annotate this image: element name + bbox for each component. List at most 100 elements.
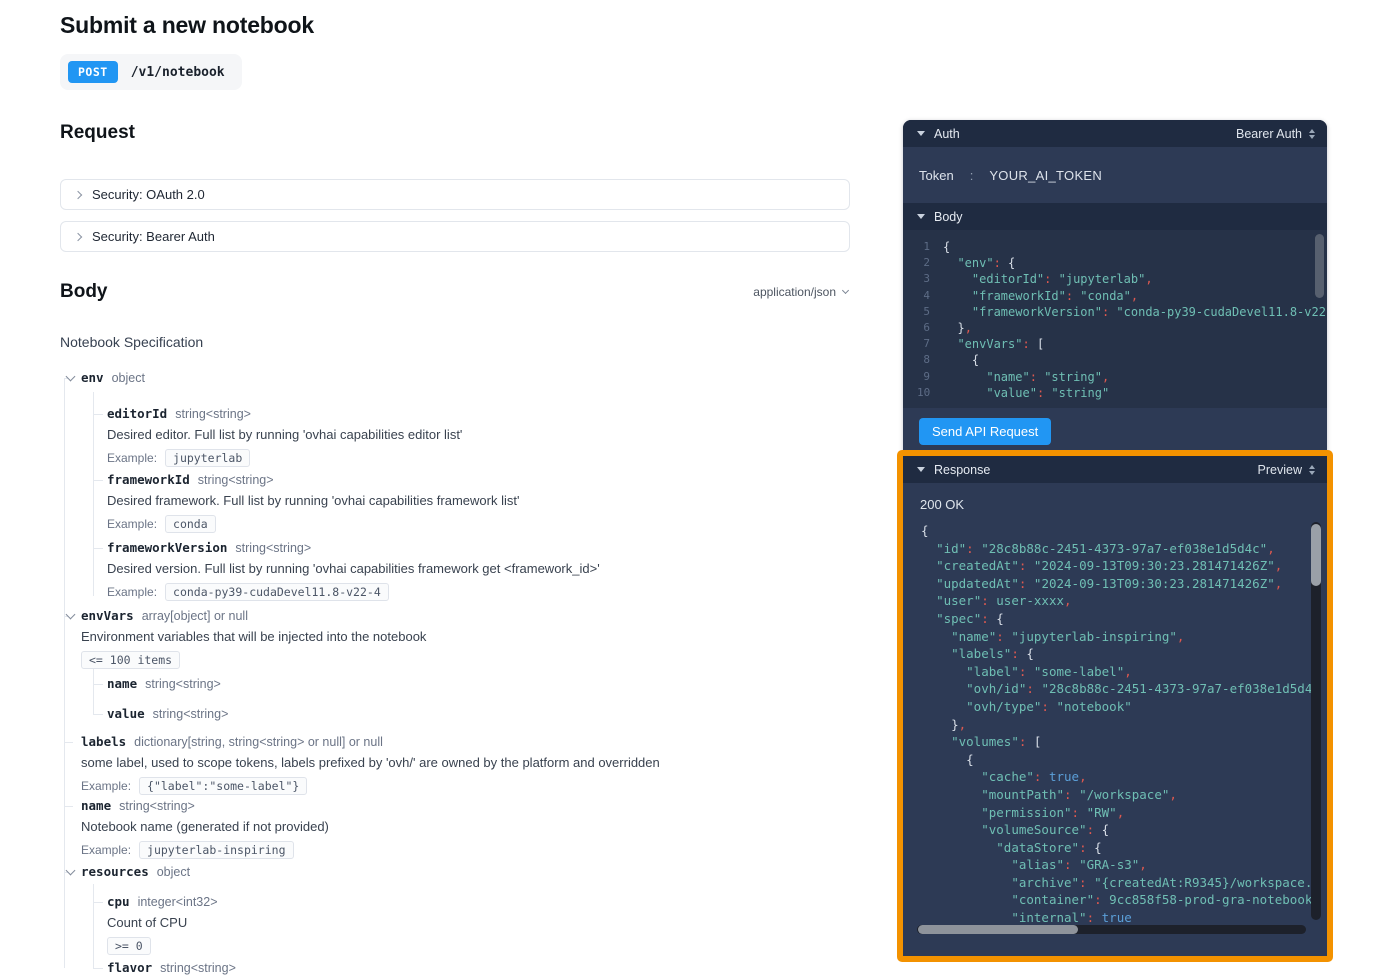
response-status: 200 OK	[903, 483, 1327, 512]
schema-field-name-root: name string<string> Notebook name (gener…	[81, 798, 329, 859]
field-description: some label, used to scope tokens, labels…	[81, 755, 660, 770]
collapse-triangle-icon	[917, 131, 925, 136]
chevron-down-icon	[842, 287, 849, 294]
body-code-editor[interactable]: 1{2 "env": {3 "editorId": "jupyterlab",4…	[903, 230, 1327, 408]
example-label: Example:	[81, 779, 131, 793]
constraint-chip: <= 100 items	[81, 651, 180, 669]
endpoint-path: /v1/notebook	[131, 65, 225, 80]
code-line: "spec": {	[913, 610, 1323, 628]
field-name: value	[107, 706, 145, 721]
code-line: "label": "some-label",	[913, 663, 1323, 681]
field-name: env	[81, 370, 104, 385]
example-label: Example:	[81, 843, 131, 857]
response-horizontal-scrollbar-thumb[interactable]	[918, 925, 1078, 934]
schema-field-resources: resources object	[81, 864, 190, 879]
code-line: "alias": "GRA-s3",	[913, 856, 1323, 874]
body-panel-title: Body	[934, 210, 963, 224]
code-line: {	[913, 522, 1323, 540]
field-type: string<string>	[145, 677, 221, 691]
field-type: string<string>	[153, 707, 229, 721]
field-name: resources	[81, 864, 149, 879]
code-line: "volumeSource": {	[913, 821, 1323, 839]
field-name: labels	[81, 734, 126, 749]
request-heading: Request	[60, 122, 135, 144]
method-badge: POST	[68, 61, 118, 83]
code-line: 8 {	[903, 352, 1327, 368]
body-heading: Body	[60, 281, 108, 303]
field-type: object	[112, 371, 145, 385]
code-line: 5 "frameworkVersion": "conda-py39-cudaDe…	[903, 304, 1327, 320]
security-accordion-label: Security: Bearer Auth	[92, 229, 215, 244]
main-content: Submit a new notebook POST /v1/notebook …	[60, 0, 860, 976]
code-line: },	[913, 716, 1323, 734]
schema-field-value: value string<string>	[107, 706, 228, 721]
chevron-right-icon	[74, 232, 82, 240]
collapse-triangle-icon	[917, 214, 925, 219]
example-label: Example:	[107, 585, 157, 599]
chevron-down-icon[interactable]	[67, 611, 76, 620]
code-line: "permission": "RW",	[913, 804, 1323, 822]
page-title: Submit a new notebook	[60, 12, 314, 39]
code-line: "mountPath": "/workspace",	[913, 786, 1323, 804]
field-type: array[object] or null	[142, 609, 248, 623]
schema-field-flavor: flavor string<string>	[107, 960, 236, 975]
field-type: string<string>	[198, 473, 274, 487]
auth-type-value: Bearer Auth	[1236, 127, 1302, 141]
response-panel-title: Response	[934, 463, 990, 477]
field-name: name	[81, 798, 111, 813]
code-line: "labels": {	[913, 645, 1323, 663]
response-collapse-toggle[interactable]: Response	[917, 463, 990, 477]
content-type-select[interactable]: application/json	[753, 285, 848, 299]
token-row: Token : YOUR_AI_TOKEN	[903, 147, 1327, 203]
schema-field-envVars: envVars array[object] or null Environmen…	[81, 608, 426, 669]
field-name: cpu	[107, 894, 130, 909]
field-type: object	[157, 865, 190, 879]
code-line: {	[913, 751, 1323, 769]
field-type: string<string>	[160, 961, 236, 975]
schema-field-editorId: editorId string<string> Desired editor. …	[107, 406, 462, 467]
constraint-chip: >= 0	[107, 937, 151, 955]
collapse-triangle-icon	[917, 467, 925, 472]
code-line: "createdAt": "2024-09-13T09:30:23.281471…	[913, 557, 1323, 575]
field-name: frameworkVersion	[107, 540, 227, 555]
tree-line	[93, 884, 94, 968]
send-api-request-button[interactable]: Send API Request	[919, 418, 1051, 445]
editor-scrollbar-thumb[interactable]	[1315, 234, 1324, 298]
chevron-down-icon[interactable]	[67, 373, 76, 382]
body-panel-header: Body	[903, 203, 1327, 230]
field-name: name	[107, 676, 137, 691]
code-line: "name": "jupyterlab-inspiring",	[913, 628, 1323, 646]
body-collapse-toggle[interactable]: Body	[917, 210, 963, 224]
schema-field-frameworkVersion: frameworkVersion string<string> Desired …	[107, 540, 600, 601]
token-value-input[interactable]: YOUR_AI_TOKEN	[989, 168, 1102, 183]
response-mode-value: Preview	[1258, 463, 1302, 477]
code-line: "dataStore": {	[913, 839, 1323, 857]
response-mode-select[interactable]: Preview	[1258, 463, 1315, 477]
code-line: 3 "editorId": "jupyterlab",	[903, 271, 1327, 287]
code-line: "volumes": [	[913, 733, 1323, 751]
code-line: 10 "value": "string"	[903, 385, 1327, 401]
code-line: "user": user-xxxx,	[913, 592, 1323, 610]
field-description: Notebook name (generated if not provided…	[81, 819, 329, 834]
auth-collapse-toggle[interactable]: Auth	[917, 127, 960, 141]
response-vertical-scrollbar-thumb[interactable]	[1311, 524, 1321, 586]
token-label: Token	[919, 168, 954, 183]
response-horizontal-scrollbar	[917, 925, 1306, 934]
code-line: "id": "28c8b88c-2451-4373-97a7-ef038e1d5…	[913, 540, 1323, 558]
field-type: string<string>	[119, 799, 195, 813]
field-description: Desired editor. Full list by running 'ov…	[107, 427, 462, 442]
field-description: Desired version. Full list by running 'o…	[107, 561, 600, 576]
api-client-card: Auth Bearer Auth Token : YOUR_AI_TOKEN B…	[903, 120, 1327, 459]
auth-type-select[interactable]: Bearer Auth	[1236, 127, 1315, 141]
field-type: string<string>	[235, 541, 311, 555]
updown-arrows-icon	[1309, 465, 1315, 475]
field-name: flavor	[107, 960, 152, 975]
security-accordion-oauth[interactable]: Security: OAuth 2.0	[60, 179, 850, 210]
schema-field-cpu: cpu integer<int32> Count of CPU >= 0	[107, 894, 218, 955]
security-accordion-bearer[interactable]: Security: Bearer Auth	[60, 221, 850, 252]
code-line: 4 "frameworkId": "conda",	[903, 288, 1327, 304]
tree-line	[93, 392, 94, 596]
response-panel-highlighted: Response Preview 200 OK { "id": "28c8b88…	[897, 450, 1333, 962]
updown-arrows-icon	[1309, 129, 1315, 139]
chevron-down-icon[interactable]	[67, 867, 76, 876]
